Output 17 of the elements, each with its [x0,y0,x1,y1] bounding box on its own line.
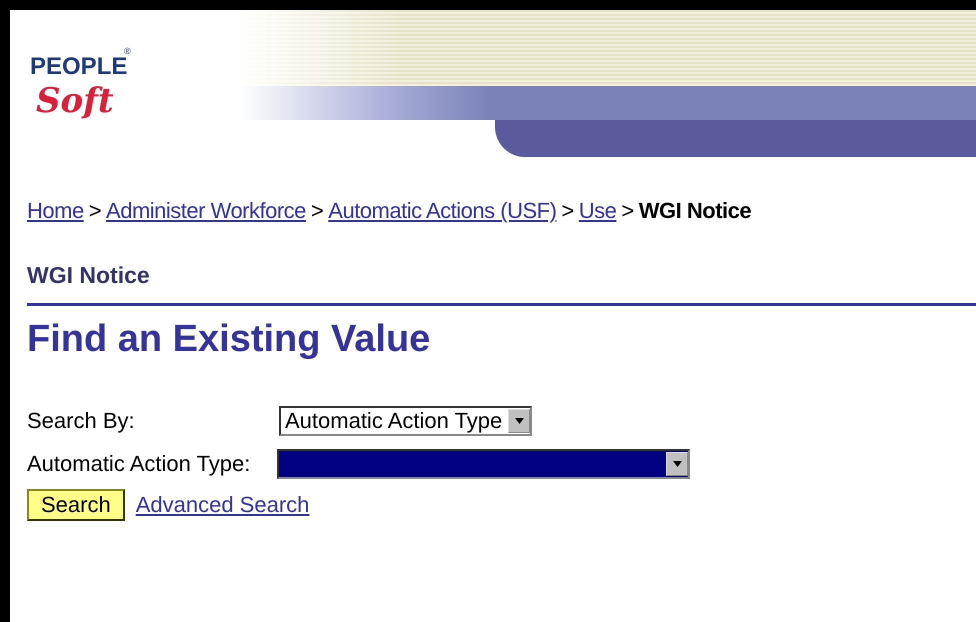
breadcrumb-separator: > [561,198,574,224]
logo: PEOPLE ® Soft [28,30,148,120]
dropdown[interactable]: Automatic Action Type [279,406,532,436]
breadcrumb-link[interactable]: Automatic Actions (USF) [328,198,556,224]
breadcrumb-link[interactable]: Administer Workforce [106,198,306,224]
breadcrumb-link[interactable]: Use [578,198,616,224]
advanced-search-link[interactable]: Advanced Search [136,492,310,518]
breadcrumb-link[interactable]: Home [27,198,84,224]
field-label: Automatic Action Type: [27,451,250,477]
breadcrumb-current: WGI Notice [638,198,752,224]
field-label: Search By: [27,408,135,434]
breadcrumb-separator: > [310,198,324,224]
page-heading: Find an Existing Value [27,318,430,361]
page-title: WGI Notice [27,262,150,289]
breadcrumb-separator: > [88,198,102,224]
breadcrumb-separator: > [621,198,634,224]
search-button[interactable]: Search [27,489,125,521]
